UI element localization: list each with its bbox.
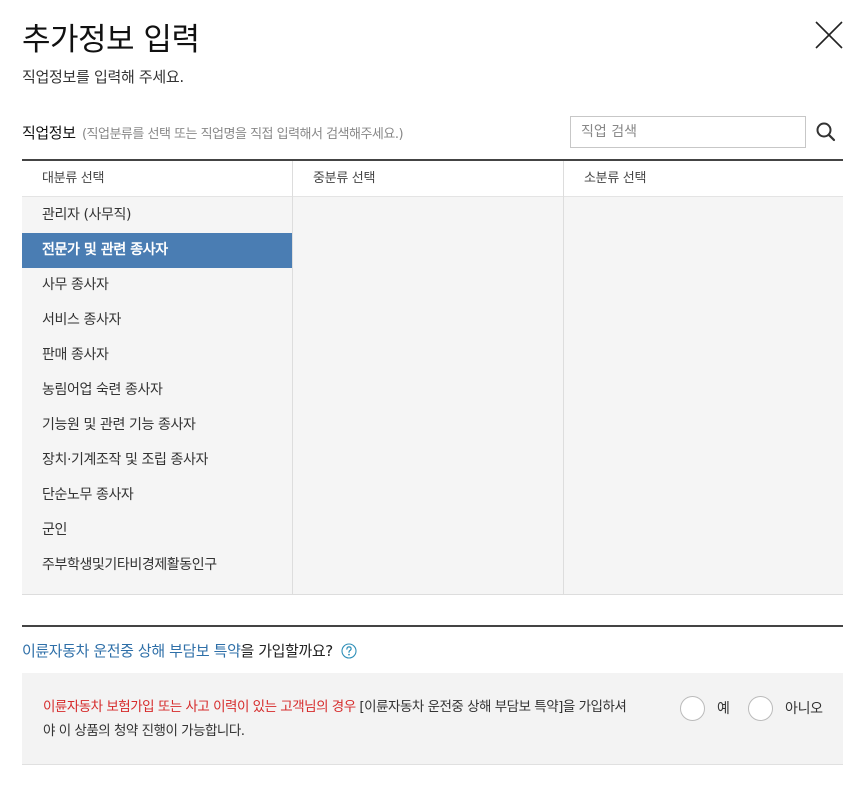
rider-name: 이륜자동차 운전중 상해 부담보 특약 <box>22 642 241 660</box>
major-category-item[interactable]: 농림어업 숙련 종사자 <box>22 373 292 408</box>
rider-yes-radio[interactable]: 예 <box>680 695 730 721</box>
major-category-item[interactable]: 주부학생및기타비경제활동인구 <box>22 548 292 583</box>
search-button[interactable] <box>813 118 839 146</box>
major-category-item[interactable]: 서비스 종사자 <box>22 303 292 338</box>
page-title: 추가정보 입력 <box>22 22 200 58</box>
minor-category-header: 소분류 선택 <box>564 161 843 197</box>
job-category-table: 대분류 선택 관리자 (사무직) 전문가 및 관련 종사자 사무 종사자 서비스 종사… <box>22 159 843 595</box>
major-category-item[interactable]: 장치·기계조작 및 조립 종사자 <box>22 443 292 478</box>
major-category-item[interactable]: 관리자 (사무직) <box>22 198 292 233</box>
major-category-item[interactable]: 전문가 및 관련 종사자 <box>22 233 292 268</box>
question-circle-icon <box>341 643 357 659</box>
help-button[interactable] <box>341 643 357 659</box>
job-section-label: 직업정보 <box>22 124 76 142</box>
major-category-item[interactable]: 기능원 및 관련 기능 종사자 <box>22 408 292 443</box>
job-section-hint: (직업분류를 선택 또는 직업명을 직접 입력해서 검색해주세요.) <box>81 127 404 142</box>
rider-question: 이륜자동차 운전중 상해 부담보 특약을 가입할까요? <box>22 640 357 661</box>
major-category-header: 대분류 선택 <box>22 161 292 197</box>
job-search-input[interactable] <box>570 116 806 148</box>
rider-no-label: 아니오 <box>785 701 823 717</box>
rider-question-text: 을 가입할까요? <box>240 642 333 660</box>
search-icon <box>816 122 836 142</box>
radio-circle[interactable] <box>680 695 705 721</box>
rider-notice: 이륜자동차 보험가입 또는 사고 이력이 있는 고객님의 경우 [이륜자동차 운… <box>43 695 633 743</box>
rider-yes-label: 예 <box>717 701 730 717</box>
minor-category-column: 소분류 선택 <box>563 161 843 594</box>
section-divider <box>22 625 843 627</box>
major-category-item[interactable]: 사무 종사자 <box>22 268 292 303</box>
rider-notice-warning: 이륜자동차 보험가입 또는 사고 이력이 있는 고객님의 경우 <box>43 699 356 715</box>
major-category-item[interactable]: 판매 종사자 <box>22 338 292 373</box>
major-category-list: 관리자 (사무직) 전문가 및 관련 종사자 사무 종사자 서비스 종사자 판매 종사자… <box>22 197 292 583</box>
major-category-column: 대분류 선택 관리자 (사무직) 전문가 및 관련 종사자 사무 종사자 서비스 종사… <box>22 161 292 594</box>
close-icon <box>815 21 843 49</box>
middle-category-column: 중분류 선택 <box>292 161 563 594</box>
major-category-item[interactable]: 단순노무 종사자 <box>22 478 292 513</box>
radio-circle[interactable] <box>748 695 773 721</box>
middle-category-header: 중분류 선택 <box>293 161 563 197</box>
major-category-item[interactable]: 군인 <box>22 513 292 548</box>
page-subtitle: 직업정보를 입력해 주세요. <box>22 68 184 86</box>
rider-no-radio[interactable]: 아니오 <box>748 695 823 721</box>
job-section-heading: 직업정보 (직업분류를 선택 또는 직업명을 직접 입력해서 검색해주세요.) <box>22 122 404 143</box>
rider-notice-box: 이륜자동차 보험가입 또는 사고 이력이 있는 고객님의 경우 [이륜자동차 운… <box>22 673 843 765</box>
close-button[interactable] <box>812 18 846 52</box>
